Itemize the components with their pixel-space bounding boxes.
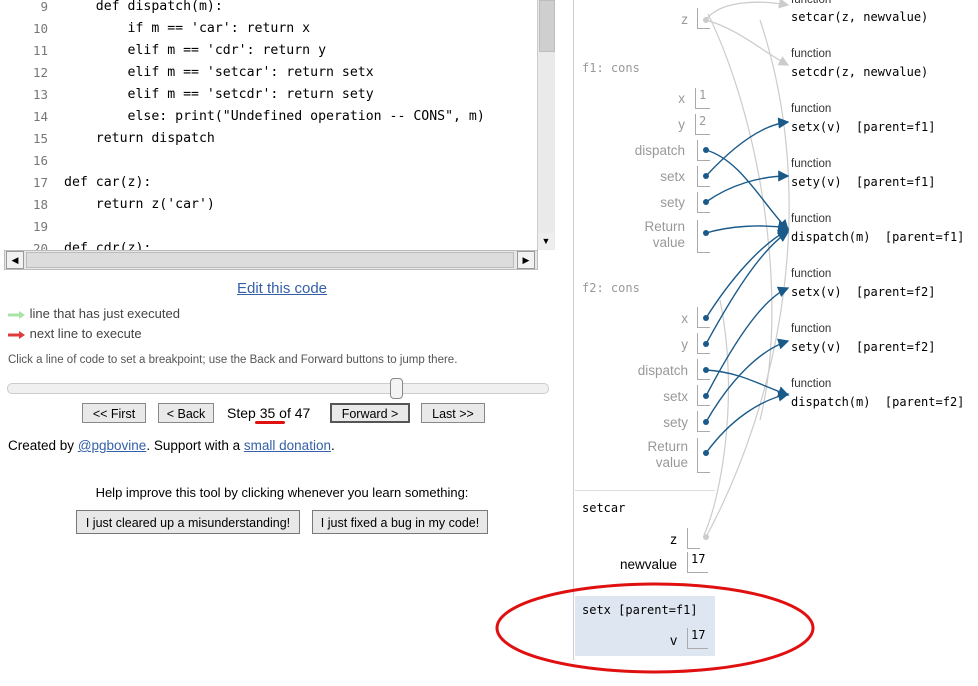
arrow — [705, 117, 790, 177]
pointer-dot — [703, 419, 709, 425]
pointer-dot — [703, 367, 709, 373]
pointer-dot — [703, 17, 709, 23]
arrow — [705, 221, 790, 234]
pointer-dot — [703, 173, 709, 179]
pointer-dot — [703, 393, 709, 399]
arrow — [705, 338, 790, 423]
red-circle-annotation — [495, 582, 815, 674]
arrow — [705, 229, 790, 319]
gray-arrow — [705, 0, 790, 21]
pointer-dot — [703, 230, 709, 236]
pointer-dot — [703, 199, 709, 205]
pointer-dot — [703, 147, 709, 153]
pointer-dot — [703, 534, 709, 540]
pointer-arrows — [495, 0, 815, 674]
gray-arrow — [705, 19, 790, 538]
pointer-dot — [703, 315, 709, 321]
gray-arrow — [705, 19, 790, 66]
gray-arrow — [707, 13, 773, 421]
pointer-dot — [703, 341, 709, 347]
arrow — [705, 149, 789, 232]
pointer-dot — [703, 450, 709, 456]
